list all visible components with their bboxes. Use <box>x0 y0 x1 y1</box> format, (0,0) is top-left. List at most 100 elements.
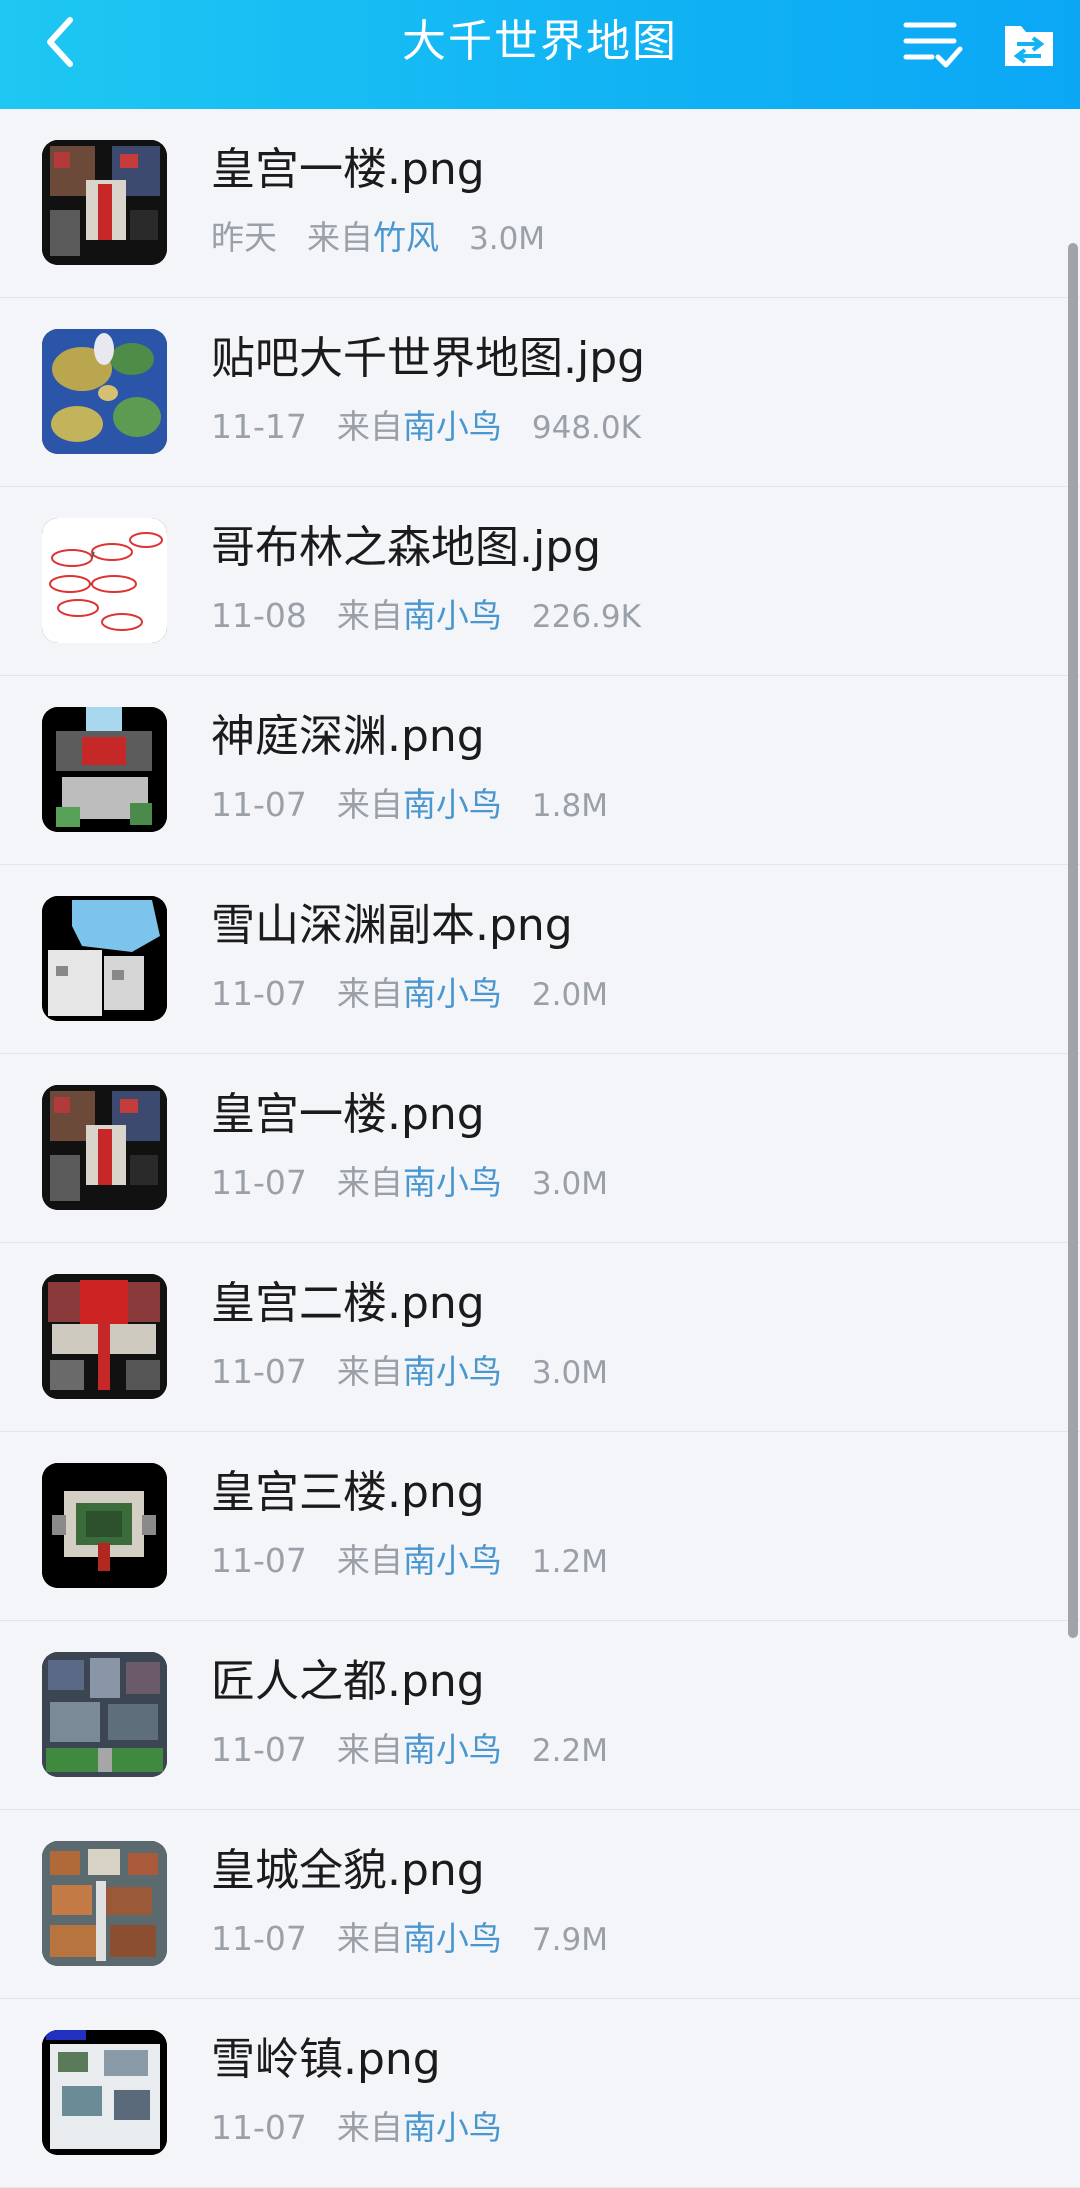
file-name: 皇宫三楼.png <box>211 1467 485 1518</box>
file-meta: 11-08 来自南小鸟 226.9K <box>211 593 641 640</box>
map-thumbnail-image <box>42 2030 167 2155</box>
file-thumbnail[interactable] <box>42 1085 167 1210</box>
file-size: 2.0M <box>531 977 608 1013</box>
file-size: 2.2M <box>531 1733 608 1769</box>
file-name: 哥布林之森地图.jpg <box>211 522 602 573</box>
file-meta: 11-07 来自南小鸟 7.9M <box>211 1916 608 1963</box>
multi-select-button[interactable] <box>900 12 966 78</box>
file-date: 11-07 <box>211 1541 307 1580</box>
uploader-link[interactable]: 南小鸟 <box>403 2108 502 2147</box>
list-check-icon <box>903 22 963 68</box>
file-thumbnail[interactable] <box>42 140 167 265</box>
file-row[interactable]: 哥布林之森地图.jpg 11-08 来自南小鸟 226.9K <box>0 487 1080 676</box>
from-label: 来自 <box>336 407 403 446</box>
file-date: 11-17 <box>211 407 307 446</box>
uploader-link[interactable]: 南小鸟 <box>403 1163 502 1202</box>
uploader-link[interactable]: 南小鸟 <box>403 1919 502 1958</box>
file-name: 皇宫一楼.png <box>211 1089 485 1140</box>
uploader-link[interactable]: 南小鸟 <box>403 974 502 1013</box>
file-meta: 11-07 来自南小鸟 3.0M <box>211 1160 608 1207</box>
map-thumbnail-image <box>42 518 167 643</box>
uploader-link[interactable]: 竹风 <box>373 218 439 257</box>
file-date: 11-07 <box>211 1730 307 1769</box>
file-size: 1.8M <box>531 788 608 824</box>
map-thumbnail-image <box>42 1652 167 1777</box>
map-thumbnail-image <box>42 1274 167 1399</box>
file-name: 皇城全貌.png <box>211 1845 485 1896</box>
uploader-link[interactable]: 南小鸟 <box>403 596 502 635</box>
file-thumbnail[interactable] <box>42 518 167 643</box>
file-thumbnail[interactable] <box>42 896 167 1021</box>
file-size: 7.9M <box>531 1922 608 1958</box>
file-thumbnail[interactable] <box>42 1652 167 1777</box>
file-thumbnail[interactable] <box>42 329 167 454</box>
file-row[interactable]: 皇宫二楼.png 11-07 来自南小鸟 3.0M <box>0 1243 1080 1432</box>
map-thumbnail-image <box>42 896 167 1021</box>
from-label: 来自 <box>336 2108 403 2147</box>
file-date: 昨天 <box>211 218 277 257</box>
file-row[interactable]: 皇宫一楼.png 11-07 来自南小鸟 3.0M <box>0 1054 1080 1243</box>
from-label: 来自 <box>336 1919 403 1958</box>
from-label: 来自 <box>336 1163 403 1202</box>
uploader-link[interactable]: 南小鸟 <box>403 1352 502 1391</box>
from-label: 来自 <box>336 974 403 1013</box>
from-label: 来自 <box>336 1730 403 1769</box>
file-name: 贴吧大千世界地图.jpg <box>211 333 646 384</box>
file-thumbnail[interactable] <box>42 1274 167 1399</box>
file-row[interactable]: 雪山深渊副本.png 11-07 来自南小鸟 2.0M <box>0 865 1080 1054</box>
file-name: 雪山深渊副本.png <box>211 900 573 951</box>
transfer-button[interactable] <box>996 12 1062 78</box>
map-thumbnail-image <box>42 329 167 454</box>
from-label: 来自 <box>336 785 403 824</box>
file-meta: 昨天 来自竹风 3.0M <box>211 215 545 262</box>
file-row[interactable]: 匠人之都.png 11-07 来自南小鸟 2.2M <box>0 1621 1080 1810</box>
file-name: 皇宫二楼.png <box>211 1278 485 1329</box>
uploader-link[interactable]: 南小鸟 <box>403 1541 502 1580</box>
file-size: 1.2M <box>531 1544 608 1580</box>
scrollbar[interactable] <box>1068 243 1078 1638</box>
file-row[interactable]: 皇宫一楼.png 昨天 来自竹风 3.0M <box>0 109 1080 298</box>
file-size: 226.9K <box>531 599 641 635</box>
file-thumbnail[interactable] <box>42 1463 167 1588</box>
map-thumbnail-image <box>42 1463 167 1588</box>
file-name: 皇宫一楼.png <box>211 144 485 195</box>
file-meta: 11-07 来自南小鸟 2.2M <box>211 1727 608 1774</box>
uploader-link[interactable]: 南小鸟 <box>403 1730 502 1769</box>
file-size: 3.0M <box>531 1355 608 1391</box>
file-date: 11-07 <box>211 974 307 1013</box>
uploader-link[interactable]: 南小鸟 <box>403 407 502 446</box>
folder-transfer-icon <box>1005 26 1053 66</box>
from-label: 来自 <box>336 1541 403 1580</box>
file-thumbnail[interactable] <box>42 1841 167 1966</box>
app-header: 大千世界地图 <box>0 0 1080 109</box>
from-label: 来自 <box>336 596 403 635</box>
from-label: 来自 <box>307 218 373 257</box>
uploader-link[interactable]: 南小鸟 <box>403 785 502 824</box>
file-meta: 11-07 来自南小鸟 <box>211 2105 532 2152</box>
file-date: 11-08 <box>211 596 307 635</box>
file-thumbnail[interactable] <box>42 707 167 832</box>
file-meta: 11-07 来自南小鸟 1.2M <box>211 1538 608 1585</box>
file-meta: 11-07 来自南小鸟 2.0M <box>211 971 608 1018</box>
file-name: 雪岭镇.png <box>211 2034 441 2085</box>
file-list: 皇宫一楼.png 昨天 来自竹风 3.0M 贴吧大千世界地图.jpg 11-17 来自… <box>0 109 1080 2188</box>
file-name: 匠人之都.png <box>211 1656 485 1707</box>
file-meta: 11-17 来自南小鸟 948.0K <box>211 404 641 451</box>
file-row[interactable]: 皇宫三楼.png 11-07 来自南小鸟 1.2M <box>0 1432 1080 1621</box>
file-meta: 11-07 来自南小鸟 1.8M <box>211 782 608 829</box>
file-meta: 11-07 来自南小鸟 3.0M <box>211 1349 608 1396</box>
file-date: 11-07 <box>211 1919 307 1958</box>
file-row[interactable]: 皇城全貌.png 11-07 来自南小鸟 7.9M <box>0 1810 1080 1999</box>
file-thumbnail[interactable] <box>42 2030 167 2155</box>
file-size: 948.0K <box>531 410 641 446</box>
map-thumbnail-image <box>42 1841 167 1966</box>
file-date: 11-07 <box>211 1163 307 1202</box>
file-date: 11-07 <box>211 2108 307 2147</box>
file-date: 11-07 <box>211 785 307 824</box>
from-label: 来自 <box>336 1352 403 1391</box>
file-row[interactable]: 神庭深渊.png 11-07 来自南小鸟 1.8M <box>0 676 1080 865</box>
file-size: 3.0M <box>531 1166 608 1202</box>
file-row[interactable]: 雪岭镇.png 11-07 来自南小鸟 <box>0 1999 1080 2188</box>
file-row[interactable]: 贴吧大千世界地图.jpg 11-17 来自南小鸟 948.0K <box>0 298 1080 487</box>
file-date: 11-07 <box>211 1352 307 1391</box>
